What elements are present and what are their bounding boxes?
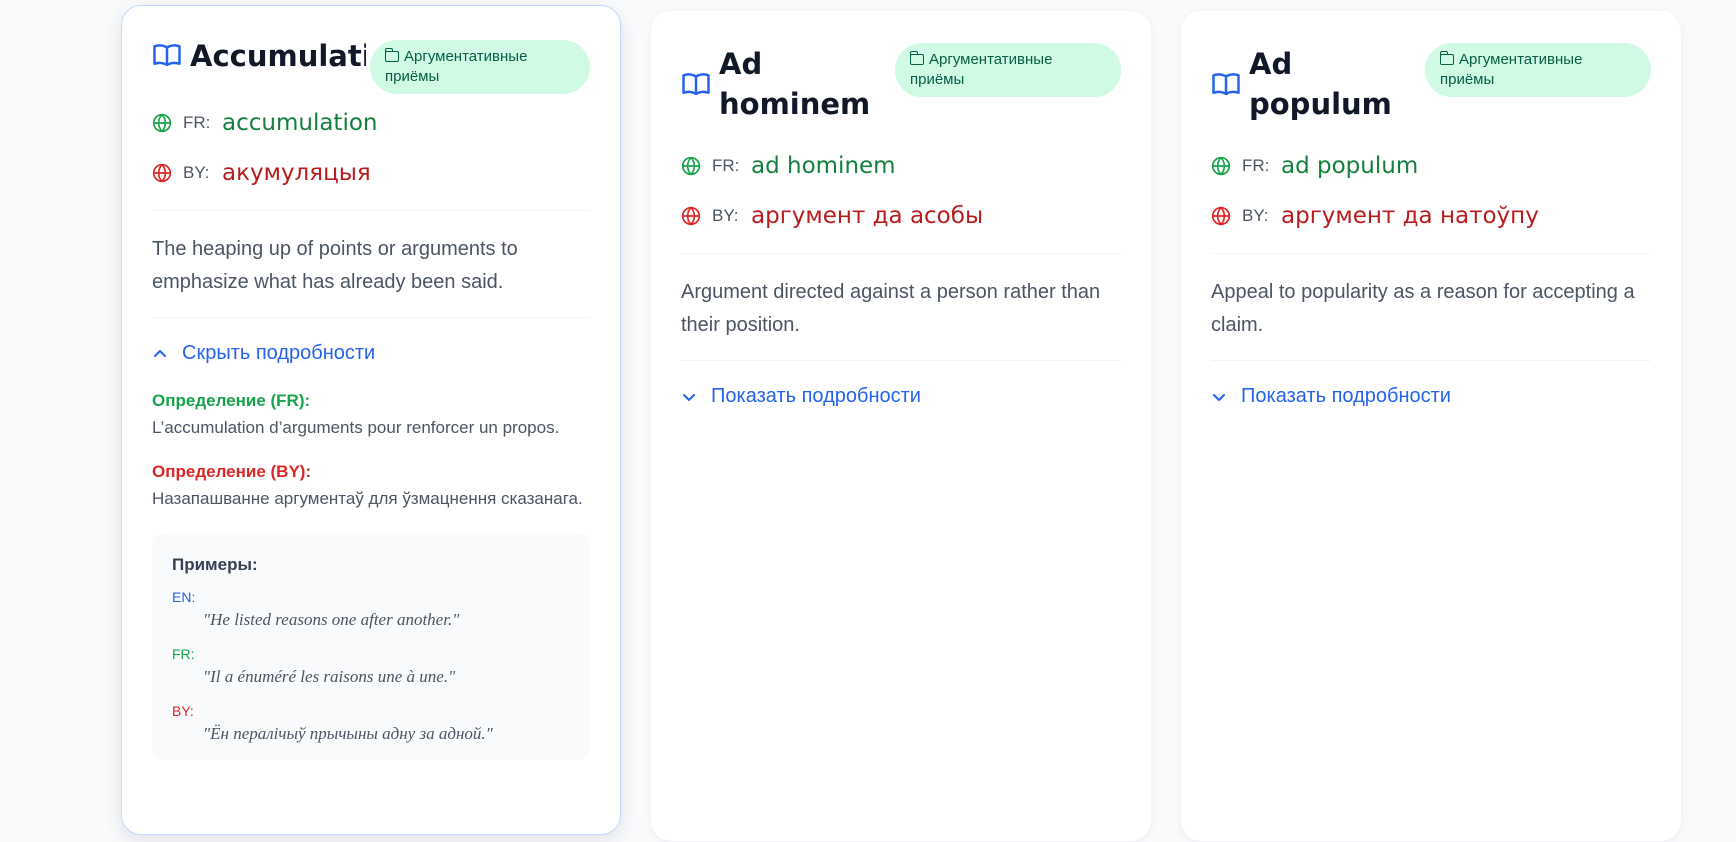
toggle-details-button[interactable]: Показать подробности	[681, 361, 1121, 408]
category-label: Аргументативные приёмы	[1440, 51, 1583, 88]
details-panel: Определение (FR): L’accumulation d’argum…	[152, 365, 590, 760]
example-fr-text: "Il a énuméré les raisons une à une."	[203, 667, 456, 686]
globe-icon	[681, 156, 701, 176]
translation-by: BY: аргумент да натоўпу	[1211, 191, 1651, 241]
globe-icon	[1211, 156, 1231, 176]
term-title: Accumulation	[190, 39, 366, 73]
fr-translation: ad hominem	[751, 153, 896, 179]
toggle-label: Показать подробности	[1241, 385, 1451, 407]
examples-title: Примеры:	[172, 555, 258, 574]
lang-code-by: BY:	[1242, 206, 1269, 225]
example-fr-label: FR:	[172, 646, 195, 662]
chevron-down-icon	[683, 393, 695, 401]
lang-code-fr: FR:	[712, 156, 740, 175]
card-header: Accumulation Аргументативные приёмы	[152, 36, 590, 98]
by-translation: аргумент да натоўпу	[1281, 203, 1539, 229]
example-by-text: "Ён пералічыў прычыны адну за адной."	[203, 724, 493, 743]
definition-by-text: Назапашванне аргументаў для ўзмацнення с…	[152, 489, 583, 508]
toggle-details-button[interactable]: Скрыть подробности	[152, 318, 590, 365]
definition-fr-label: Определение (FR):	[152, 391, 311, 410]
glossary-card-grid: Accumulation Аргументативные приёмы FR: …	[0, 0, 1736, 842]
example-by-label: BY:	[172, 703, 194, 719]
example-en-text: "He listed reasons one after another."	[203, 610, 460, 629]
examples-box: Примеры: EN: "He listed reasons one afte…	[152, 533, 590, 760]
example-en-label: EN:	[172, 589, 196, 605]
category-label: Аргументативные приёмы	[910, 51, 1053, 88]
folder-icon	[1439, 51, 1454, 65]
lang-code-by: BY:	[183, 163, 210, 182]
book-icon	[153, 44, 181, 67]
folder-icon	[384, 48, 399, 62]
lang-code-fr: FR:	[1242, 156, 1270, 175]
folder-icon	[909, 51, 924, 65]
fr-translation: ad populum	[1281, 153, 1419, 179]
fr-translation: accumulation	[222, 110, 378, 136]
globe-icon	[152, 163, 172, 183]
globe-icon	[152, 113, 172, 133]
term-description: Argument directed against a person rathe…	[681, 281, 1101, 336]
category-label: Аргументативные приёмы	[385, 48, 528, 85]
category-badge[interactable]: Аргументативные приёмы	[370, 40, 590, 94]
term-title: Ad hominem	[719, 47, 871, 121]
globe-icon	[1211, 206, 1231, 226]
lang-code-fr: FR:	[183, 113, 211, 132]
toggle-details-button[interactable]: Показать подробности	[1211, 361, 1651, 408]
translation-by: BY: аргумент да асобы	[681, 191, 1121, 241]
chevron-down-icon	[1213, 393, 1225, 401]
toggle-label: Скрыть подробности	[182, 342, 376, 364]
lang-code-by: BY:	[712, 206, 739, 225]
category-badge[interactable]: Аргументативные приёмы	[895, 43, 1121, 97]
by-translation: аргумент да асобы	[751, 203, 984, 229]
term-card-accumulation: Accumulation Аргументативные приёмы FR: …	[121, 5, 621, 835]
chevron-up-icon	[154, 349, 166, 357]
translation-fr: FR: accumulation	[152, 98, 590, 148]
translation-fr: FR: ad hominem	[681, 141, 1121, 191]
card-header: Ad populum Аргументативные приёмы	[1211, 41, 1651, 141]
by-translation: акумуляцыя	[222, 160, 371, 186]
card-header: Ad hominem Аргументативные приёмы	[681, 41, 1121, 141]
book-icon	[1212, 73, 1240, 96]
book-icon	[682, 73, 710, 96]
translation-by: BY: акумуляцыя	[152, 148, 590, 198]
term-card-ad-hominem: Ad hominem Аргументативные приёмы FR: ad…	[651, 11, 1151, 841]
definition-by-label: Определение (BY):	[152, 462, 312, 481]
definition-fr-text: L’accumulation d’arguments pour renforce…	[152, 418, 560, 437]
term-card-ad-populum: Ad populum Аргументативные приёмы FR: ad…	[1181, 11, 1681, 841]
term-description: The heaping up of points or arguments to…	[152, 238, 518, 293]
globe-icon	[681, 206, 701, 226]
term-description: Appeal to popularity as a reason for acc…	[1211, 281, 1635, 336]
category-badge[interactable]: Аргументативные приёмы	[1425, 43, 1651, 97]
translation-fr: FR: ad populum	[1211, 141, 1651, 191]
term-title: Ad populum	[1249, 47, 1392, 121]
toggle-label: Показать подробности	[711, 385, 921, 407]
